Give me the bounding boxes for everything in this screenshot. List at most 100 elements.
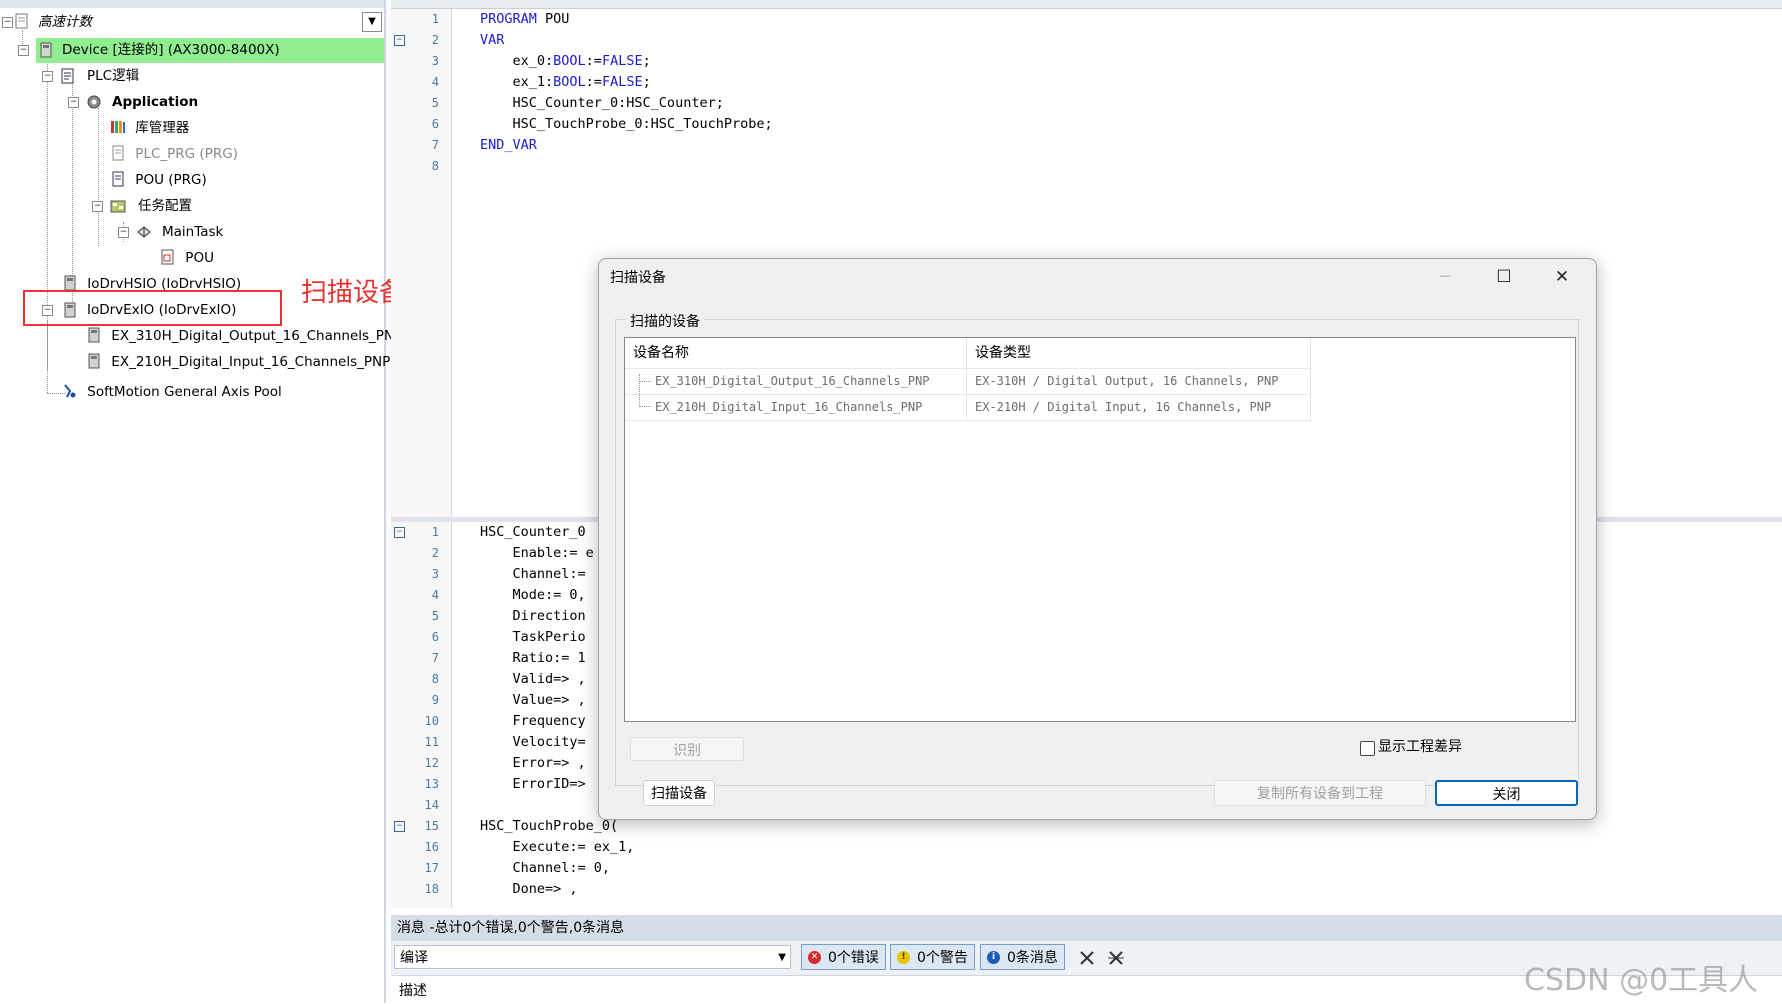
code-text: Direction — [480, 608, 586, 624]
code-text: HSC_TouchProbe_0:HSC_TouchProbe; — [480, 116, 773, 132]
code-text: Error=> , — [480, 755, 586, 771]
collapse-icon[interactable]: − — [68, 97, 79, 108]
copy-all-devices-button[interactable]: 复制所有设备到工程 — [1214, 780, 1426, 806]
library-icon — [111, 121, 125, 133]
program-icon — [112, 145, 124, 161]
device-tree-panel: − 高速计数 ▼ − Device [连接的] (AX3000-8400X) −… — [0, 0, 412, 1003]
line-number: 4 — [431, 588, 439, 602]
scan-devices-dialog: 扫描设备 ─ ☐ ✕ 扫描的设备 设备名称 设备类型 EX_310H_Digit… — [598, 258, 1597, 820]
column-device-type[interactable]: 设备类型 — [967, 338, 1310, 368]
message-category-select[interactable]: 编译 ▼ — [394, 945, 791, 969]
device-type-cell[interactable]: EX-310H / Digital Output, 16 Channels, P… — [975, 368, 1278, 394]
fold-toggle-icon[interactable]: − — [394, 35, 405, 46]
tree-item-ex210h[interactable]: EX_210H_Digital_Input_16_Channels_PNP (E — [86, 350, 408, 374]
errors-filter-button[interactable]: ✕ 0个错误 — [801, 944, 886, 970]
task-config-icon — [110, 200, 126, 213]
code-text: HSC_Counter_0 — [480, 524, 586, 540]
tree-item-library-manager[interactable]: 库管理器 — [110, 116, 189, 140]
line-number: 17 — [424, 861, 439, 875]
device-list[interactable]: 设备名称 设备类型 EX_310H_Digital_Output_16_Chan… — [624, 337, 1576, 722]
column-device-name[interactable]: 设备名称 — [625, 338, 966, 368]
io-module-icon — [88, 353, 100, 369]
code-text: ex_1:BOOL:=FALSE; — [480, 74, 651, 90]
code-text: Execute:= ex_1, — [480, 839, 635, 855]
line-number: 8 — [431, 672, 439, 686]
close-button[interactable]: 关闭 — [1435, 780, 1578, 806]
program-icon — [112, 171, 124, 187]
close-window-button[interactable]: ✕ — [1539, 261, 1585, 293]
group-label: 扫描的设备 — [626, 311, 704, 331]
code-text: Velocity= — [480, 734, 586, 750]
line-number: 3 — [431, 567, 439, 581]
show-diff-label: 显示工程差异 — [1378, 739, 1462, 755]
task-icon — [137, 226, 151, 238]
tree-item-plc-prg[interactable]: PLC_PRG (PRG) — [110, 142, 238, 166]
line-number: 11 — [424, 735, 439, 749]
clear-all-icon[interactable] — [1107, 949, 1125, 967]
code-text: PROGRAM POU — [480, 11, 570, 27]
highlight-box — [23, 290, 282, 326]
error-icon: ✕ — [808, 951, 821, 964]
line-number: 14 — [424, 798, 439, 812]
tree-item-ex310h[interactable]: EX_310H_Digital_Output_16_Channels_PNP ( — [86, 324, 412, 348]
fold-toggle-icon[interactable]: − — [394, 821, 405, 832]
line-number: 7 — [431, 651, 439, 665]
code-text: Ratio:= 1 — [480, 650, 586, 666]
collapse-icon[interactable]: − — [18, 45, 29, 56]
tree-item-task-pou[interactable]: POU — [160, 246, 214, 270]
code-text: TaskPerio — [480, 629, 586, 645]
device-name-cell[interactable]: EX_210H_Digital_Input_16_Channels_PNP — [655, 394, 922, 420]
pou-call-icon — [161, 249, 174, 265]
line-number: 12 — [424, 756, 439, 770]
line-number: 2 — [431, 33, 439, 47]
maximize-button[interactable]: ☐ — [1481, 261, 1527, 293]
dialog-title: 扫描设备 — [610, 270, 666, 286]
io-module-icon — [88, 327, 100, 343]
line-number: 7 — [431, 138, 439, 152]
code-text: END_VAR — [480, 137, 537, 153]
line-number: 5 — [431, 96, 439, 110]
identify-button[interactable]: 识别 — [630, 737, 744, 761]
annotation-label: 扫描设备 — [301, 278, 406, 308]
collapse-icon[interactable]: − — [42, 71, 53, 82]
code-text: Frequency — [480, 713, 586, 729]
line-number: 1 — [431, 12, 439, 26]
collapse-icon[interactable]: − — [2, 17, 13, 28]
minimize-button[interactable]: ─ — [1422, 261, 1468, 293]
code-text: ErrorID=> — [480, 776, 586, 792]
editor-tab-strip[interactable] — [391, 0, 1782, 9]
scan-devices-button[interactable]: 扫描设备 — [643, 780, 715, 806]
device-type-cell[interactable]: EX-210H / Digital Input, 16 Channels, PN… — [975, 394, 1271, 420]
line-number: 18 — [424, 882, 439, 896]
code-text: HSC_Counter_0:HSC_Counter; — [480, 95, 724, 111]
code-text: ex_0:BOOL:=FALSE; — [480, 53, 651, 69]
line-number: 1 — [431, 525, 439, 539]
code-text: VAR — [480, 32, 505, 48]
line-number: 2 — [431, 546, 439, 560]
line-number: 9 — [431, 693, 439, 707]
project-icon — [15, 13, 28, 29]
infos-filter-button[interactable]: i 0条消息 — [980, 944, 1065, 970]
device-name-cell[interactable]: EX_310H_Digital_Output_16_Channels_PNP — [655, 368, 930, 394]
tree-item-pou-prg[interactable]: POU (PRG) — [110, 168, 207, 192]
clear-messages-icon[interactable] — [1079, 950, 1095, 966]
tree-dropdown-button[interactable]: ▼ — [362, 12, 382, 32]
show-diff-checkbox[interactable] — [1360, 741, 1375, 756]
fold-toggle-icon[interactable]: − — [394, 527, 405, 538]
line-number: 16 — [424, 840, 439, 854]
code-text: Channel:= — [480, 566, 586, 582]
info-icon: i — [987, 951, 1000, 964]
collapse-icon[interactable]: − — [118, 227, 129, 238]
tree-item-softmotion-pool[interactable]: SoftMotion General Axis Pool — [62, 380, 282, 404]
tree-panel-header — [0, 0, 384, 8]
line-number: 3 — [431, 54, 439, 68]
warnings-filter-button[interactable]: ! 0个警告 — [890, 944, 975, 970]
device-icon — [40, 42, 52, 58]
collapse-icon[interactable]: − — [92, 201, 103, 212]
messages-title: 消息 -总计0个错误,0个警告,0条消息 — [391, 915, 1782, 941]
line-number: 8 — [431, 159, 439, 173]
message-category-value: 编译 — [400, 950, 428, 966]
line-number: 4 — [431, 75, 439, 89]
line-number: 15 — [424, 819, 439, 833]
code-text: Channel:= 0, — [480, 860, 611, 876]
